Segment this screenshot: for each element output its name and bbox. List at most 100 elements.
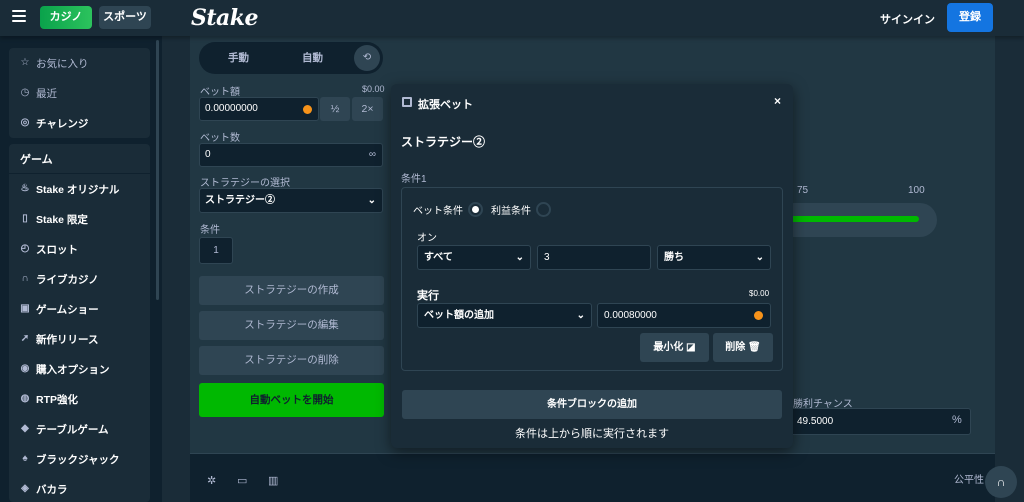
sidebar-item-table-games[interactable]: ◆ テーブルゲーム (9, 414, 150, 444)
headset-icon: ∩ (996, 475, 1006, 489)
chevron-down-icon: ⌄ (367, 195, 376, 206)
top-bar: カジノ スポーツ Stake サインイン 登録 (0, 0, 1024, 36)
infinity-icon[interactable]: ∞ (369, 144, 376, 166)
sidebar-item-label: ライブカジノ (36, 273, 99, 286)
sidebar-item-rtp[interactable]: ◍ RTP強化 (9, 384, 150, 414)
bookmark-icon: ▯ (22, 213, 28, 224)
cards-icon: ♠ (22, 453, 28, 464)
sports-tab[interactable]: スポーツ (99, 6, 151, 29)
rocket-icon: ➚ (20, 333, 30, 344)
fairness-link[interactable]: 公平性 (954, 471, 984, 486)
sidebar-item-label: バカラ (36, 483, 68, 496)
register-button[interactable]: 登録 (947, 3, 993, 32)
clock-icon: ◷ (20, 87, 30, 98)
sidebar-item-label: 最近 (36, 87, 57, 100)
stats-icon[interactable]: ▥ (268, 474, 278, 487)
on-count-input[interactable]: 3 (537, 245, 651, 270)
bet-count-label: ベット数 (200, 133, 240, 144)
sidebar: ☆ お気に入り ◷ 最近 ◎ チャレンジ ゲーム ♨ Stake オリジナル ▯ Stak… (0, 36, 162, 502)
sidebar-item-slots[interactable]: ◴ スロット (9, 234, 150, 264)
sidebar-item-buy-options[interactable]: ◉ 購入オプション (9, 354, 150, 384)
slider-tick-75: 75 (797, 185, 809, 196)
minimize-icon: ◪ (686, 342, 696, 353)
add-condition-block-button[interactable]: 条件ブロックの追加 (402, 390, 782, 419)
sidebar-item-baccarat[interactable]: ◈ バカラ (9, 474, 150, 502)
sidebar-item-label: Stake オリジナル (36, 183, 120, 196)
sidebar-item-exclusive[interactable]: ▯ Stake 限定 (9, 204, 150, 234)
minimize-label: 最小化 (653, 342, 684, 353)
create-strategy-button[interactable]: ストラテジーの作成 (199, 276, 384, 305)
settings-icon[interactable]: ✲ (207, 474, 216, 487)
start-autobet-button[interactable]: 自動ベットを開始 (199, 383, 384, 417)
slider-fill (789, 216, 919, 222)
sidebar-item-new-releases[interactable]: ➚ 新作リリース (9, 324, 150, 354)
sidebar-item-game-shows[interactable]: ▣ ゲームショー (9, 294, 150, 324)
menu-icon[interactable] (12, 10, 26, 24)
flame-icon: ♨ (20, 183, 30, 194)
profit-condition-label: 利益条件 (491, 206, 531, 217)
casino-tab[interactable]: カジノ (40, 6, 92, 29)
double-button[interactable]: 2× (352, 97, 383, 121)
percent-icon: % (952, 414, 962, 426)
signin-button[interactable]: サインイン (880, 11, 935, 27)
exec-action-select[interactable]: ベット額の追加 ⌄ (417, 303, 592, 328)
support-chat-button[interactable]: ∩ (985, 466, 1017, 498)
bet-count-input[interactable]: 0 ∞ (199, 143, 383, 167)
win-chance-input[interactable]: 49.5000 (790, 408, 971, 435)
minimize-button[interactable]: 最小化 ◪ (640, 333, 709, 362)
stake-logo[interactable]: Stake (191, 5, 259, 31)
bet-condition-radio[interactable] (468, 202, 483, 217)
sidebar-item-label: お気に入り (36, 57, 89, 70)
profit-condition-radio[interactable] (536, 202, 551, 217)
edit-strategy-button[interactable]: ストラテジーの編集 (199, 311, 384, 340)
bitcoin-icon (303, 105, 312, 114)
sidebar-item-live-casino[interactable]: ∩ ライブカジノ (9, 264, 150, 294)
exec-label: 実行 (417, 290, 439, 302)
delete-strategy-button[interactable]: ストラテジーの削除 (199, 346, 384, 375)
target-icon: ◎ (20, 117, 30, 128)
sidebar-item-blackjack[interactable]: ♠ ブラックジャック (9, 444, 150, 474)
exec-amount-input[interactable]: 0.00080000 (597, 303, 771, 328)
tab-auto[interactable]: 自動 (302, 50, 323, 65)
on-result-value: 勝ち (664, 252, 684, 263)
bet-amount-input[interactable]: 0.00000000 (199, 97, 319, 121)
theatre-mode-icon[interactable]: ▭ (237, 474, 247, 487)
condition-label: 条件1 (401, 174, 427, 185)
sidebar-item-originals[interactable]: ♨ Stake オリジナル (9, 174, 150, 204)
bet-amount-label: ベット額 (200, 87, 240, 98)
sidebar-item-recent[interactable]: ◷ 最近 (9, 78, 150, 108)
on-result-select[interactable]: 勝ち ⌄ (657, 245, 771, 270)
condition-block: ベット条件 利益条件 オン すべて ⌄ 3 勝ち ⌄ 実行 $0.00 ベット額の追… (401, 187, 783, 371)
condition-type-radios: ベット条件 利益条件 (413, 202, 559, 217)
on-select[interactable]: すべて ⌄ (417, 245, 531, 270)
sidebar-scrollbar[interactable] (156, 40, 159, 300)
bitcoin-icon (754, 311, 763, 320)
delete-label: 削除 (725, 342, 746, 353)
exec-amount-value: 0.00080000 (604, 310, 657, 321)
tab-manual[interactable]: 手動 (228, 50, 249, 65)
chevron-down-icon: ⌄ (576, 310, 585, 321)
exec-action-value: ベット額の追加 (424, 310, 494, 321)
slider-track[interactable] (777, 203, 937, 237)
advanced-bet-icon[interactable]: ⟲ (354, 45, 380, 71)
badge-icon: ◉ (20, 363, 30, 374)
on-label: オン (417, 233, 437, 244)
on-select-value: すべて (424, 252, 453, 263)
game-footer: ✲ ▭ ▥ (190, 453, 995, 502)
strategy-name: ストラテジー② (401, 135, 486, 149)
modal-title: 拡張ベット (418, 99, 473, 111)
sidebar-item-label: チャレンジ (36, 117, 89, 130)
sidebar-item-label: テーブルゲーム (36, 423, 109, 436)
delete-condition-button[interactable]: 削除 🗑 (713, 333, 773, 362)
half-button[interactable]: ½ (320, 97, 350, 121)
strategy-select[interactable]: ストラテジー② ⌄ (199, 188, 383, 213)
chevron-down-icon: ⌄ (755, 252, 764, 263)
slot-icon: ◴ (20, 243, 30, 254)
games-header[interactable]: ゲーム (9, 144, 150, 174)
sidebar-item-label: 購入オプション (36, 363, 110, 376)
mode-toggle: 手動 自動 ⟲ (199, 42, 383, 74)
close-icon[interactable]: × (774, 94, 781, 108)
sidebar-item-challenges[interactable]: ◎ チャレンジ (9, 108, 150, 138)
chip-icon: ◈ (21, 483, 29, 494)
sidebar-item-favorites[interactable]: ☆ お気に入り (9, 48, 150, 78)
